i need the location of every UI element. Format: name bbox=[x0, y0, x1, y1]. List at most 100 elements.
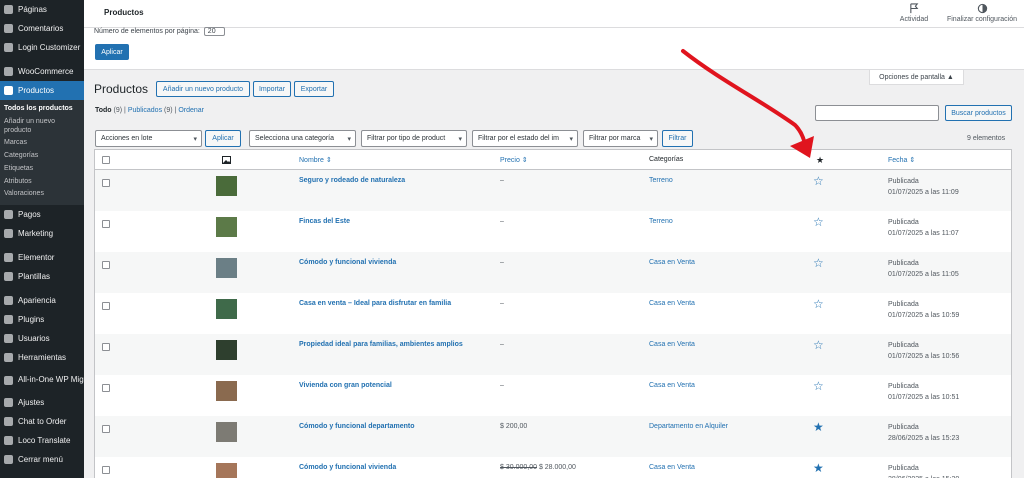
column-date[interactable]: Fecha ⇕ bbox=[888, 156, 915, 164]
sidebar-item-cerrar-men-[interactable]: Cerrar menú bbox=[0, 450, 84, 469]
row-checkbox[interactable] bbox=[102, 384, 110, 392]
sidebar-item-plantillas[interactable]: Plantillas bbox=[0, 267, 84, 286]
product-category-link[interactable]: Departamento en Alquiler bbox=[649, 423, 728, 430]
column-featured-star-icon[interactable]: ★ bbox=[816, 155, 824, 166]
row-checkbox[interactable] bbox=[102, 179, 110, 187]
sidebar-item-ajustes[interactable]: Ajustes bbox=[0, 393, 84, 412]
featured-star-icon[interactable]: ☆ bbox=[813, 379, 824, 393]
bulk-actions-select[interactable]: Acciones en lote ▾ bbox=[95, 130, 202, 147]
featured-star-icon[interactable]: ☆ bbox=[813, 174, 824, 188]
filter-sort[interactable]: Ordenar bbox=[178, 107, 204, 114]
product-thumbnail[interactable] bbox=[216, 381, 237, 401]
sidebar-item-woocommerce[interactable]: WooCommerce bbox=[0, 62, 84, 81]
sidebar-item-elementor[interactable]: Elementor bbox=[0, 248, 84, 267]
payments-icon bbox=[4, 210, 13, 219]
product-category-link[interactable]: Casa en Venta bbox=[649, 341, 695, 348]
sidebar-item-chat-to-order[interactable]: Chat to Order bbox=[0, 412, 84, 431]
import-button[interactable]: Importar bbox=[253, 81, 291, 97]
submenu-item[interactable]: Marcas bbox=[0, 137, 84, 150]
featured-star-icon[interactable]: ☆ bbox=[813, 297, 824, 311]
sidebar-item-pagos[interactable]: Pagos bbox=[0, 205, 84, 224]
sidebar-item-marketing[interactable]: Marketing bbox=[0, 224, 84, 243]
product-category-link[interactable]: Casa en Venta bbox=[649, 382, 695, 389]
sidebar-item-p-ginas[interactable]: Páginas bbox=[0, 0, 84, 19]
product-category-link[interactable]: Casa en Venta bbox=[649, 464, 695, 471]
search-products-button[interactable]: Buscar productos bbox=[945, 105, 1012, 121]
screen-options-tab[interactable]: Opciones de pantalla ▲ bbox=[869, 70, 964, 85]
submenu-item[interactable]: Categorías bbox=[0, 150, 84, 163]
sidebar-item-plugins[interactable]: Plugins bbox=[0, 310, 84, 329]
product-category-link[interactable]: Terreno bbox=[649, 218, 673, 225]
product-type-select[interactable]: Filtrar por tipo de product ▾ bbox=[361, 130, 467, 147]
product-category-link[interactable]: Terreno bbox=[649, 177, 673, 184]
featured-star-icon[interactable]: ★ bbox=[813, 420, 824, 434]
per-page-input[interactable]: 20 bbox=[203, 27, 225, 36]
product-name-link[interactable]: Cómodo y funcional vivienda bbox=[299, 259, 396, 266]
settings-icon bbox=[4, 398, 13, 407]
product-name-link[interactable]: Vivienda con gran potencial bbox=[299, 382, 392, 389]
half-circle-icon bbox=[977, 3, 987, 14]
stock-status-select[interactable]: Filtrar por el estado del im ▾ bbox=[472, 130, 578, 147]
product-name-link[interactable]: Propiedad ideal para familias, ambientes… bbox=[299, 341, 463, 348]
row-checkbox[interactable] bbox=[102, 466, 110, 474]
sidebar-item-apariencia[interactable]: Apariencia bbox=[0, 291, 84, 310]
add-new-product-button[interactable]: Añadir un nuevo producto bbox=[156, 81, 250, 97]
sidebar-item-comentarios[interactable]: Comentarios bbox=[0, 19, 84, 38]
sidebar-item-all-in-one-wp-migration[interactable]: All-in-One WP Migration bbox=[0, 367, 84, 393]
product-category-link[interactable]: Casa en Venta bbox=[649, 259, 695, 266]
product-name-link[interactable]: Cómodo y funcional vivienda bbox=[299, 464, 396, 471]
featured-star-icon[interactable]: ☆ bbox=[813, 338, 824, 352]
column-price[interactable]: Precio ⇕ bbox=[500, 156, 528, 164]
sidebar-item-usuarios[interactable]: Usuarios bbox=[0, 329, 84, 348]
product-thumbnail[interactable] bbox=[216, 340, 237, 360]
product-price: – bbox=[500, 382, 504, 389]
submenu-item[interactable]: Atributos bbox=[0, 176, 84, 189]
sidebar-item-login-customizer[interactable]: Login Customizer bbox=[0, 38, 84, 57]
select-all-checkbox[interactable] bbox=[102, 156, 110, 164]
finish-setup-button[interactable]: Finalizar configuración bbox=[940, 3, 1024, 23]
product-category-link[interactable]: Casa en Venta bbox=[649, 300, 695, 307]
screen-options-apply-button[interactable]: Aplicar bbox=[95, 44, 129, 60]
product-date: Publicada 28/06/2025 a las 15:23 bbox=[888, 423, 959, 444]
product-thumbnail[interactable] bbox=[216, 258, 237, 278]
row-checkbox[interactable] bbox=[102, 425, 110, 433]
bulk-apply-button[interactable]: Aplicar bbox=[205, 130, 241, 147]
filter-button[interactable]: Filtrar bbox=[662, 130, 693, 147]
submenu-item[interactable]: Etiquetas bbox=[0, 163, 84, 176]
featured-star-icon[interactable]: ★ bbox=[813, 461, 824, 475]
product-name-link[interactable]: Casa en venta – Ideal para disfrutar en … bbox=[299, 300, 451, 307]
submenu-item[interactable]: Añadir un nuevo producto bbox=[0, 116, 84, 138]
sidebar-item-productos[interactable]: Productos bbox=[0, 81, 84, 100]
row-checkbox[interactable] bbox=[102, 343, 110, 351]
filter-all[interactable]: Todo bbox=[95, 107, 112, 114]
product-thumbnail[interactable] bbox=[216, 176, 237, 196]
product-thumbnail[interactable] bbox=[216, 463, 237, 478]
row-checkbox[interactable] bbox=[102, 261, 110, 269]
search-input[interactable] bbox=[815, 105, 939, 121]
submenu-item[interactable]: Todos los productos bbox=[0, 103, 84, 116]
sidebar-item-herramientas[interactable]: Herramientas bbox=[0, 348, 84, 367]
brand-select[interactable]: Filtrar por marca ▾ bbox=[583, 130, 658, 147]
row-checkbox[interactable] bbox=[102, 220, 110, 228]
product-name-link[interactable]: Cómodo y funcional departamento bbox=[299, 423, 415, 430]
sidebar-item-label: Páginas bbox=[18, 5, 47, 14]
product-price: – bbox=[500, 218, 504, 225]
sidebar-item-loco-translate[interactable]: Loco Translate bbox=[0, 431, 84, 450]
column-name[interactable]: Nombre ⇕ bbox=[299, 156, 332, 164]
featured-star-icon[interactable]: ☆ bbox=[813, 215, 824, 229]
product-name-link[interactable]: Seguro y rodeado de naturaleza bbox=[299, 177, 405, 184]
category-select[interactable]: Selecciona una categoría ▾ bbox=[249, 130, 356, 147]
featured-star-icon[interactable]: ☆ bbox=[813, 256, 824, 270]
product-thumbnail[interactable] bbox=[216, 217, 237, 237]
submenu-item[interactable]: Valoraciones bbox=[0, 188, 84, 201]
chevron-down-icon: ▾ bbox=[569, 136, 573, 143]
templates-icon bbox=[4, 272, 13, 281]
product-price: – bbox=[500, 300, 504, 307]
product-thumbnail[interactable] bbox=[216, 422, 237, 442]
filter-published[interactable]: Publicados bbox=[128, 107, 162, 114]
product-thumbnail[interactable] bbox=[216, 299, 237, 319]
export-button[interactable]: Exportar bbox=[294, 81, 334, 97]
activity-button[interactable]: Actividad bbox=[894, 3, 934, 23]
product-name-link[interactable]: Fincas del Este bbox=[299, 218, 350, 225]
row-checkbox[interactable] bbox=[102, 302, 110, 310]
